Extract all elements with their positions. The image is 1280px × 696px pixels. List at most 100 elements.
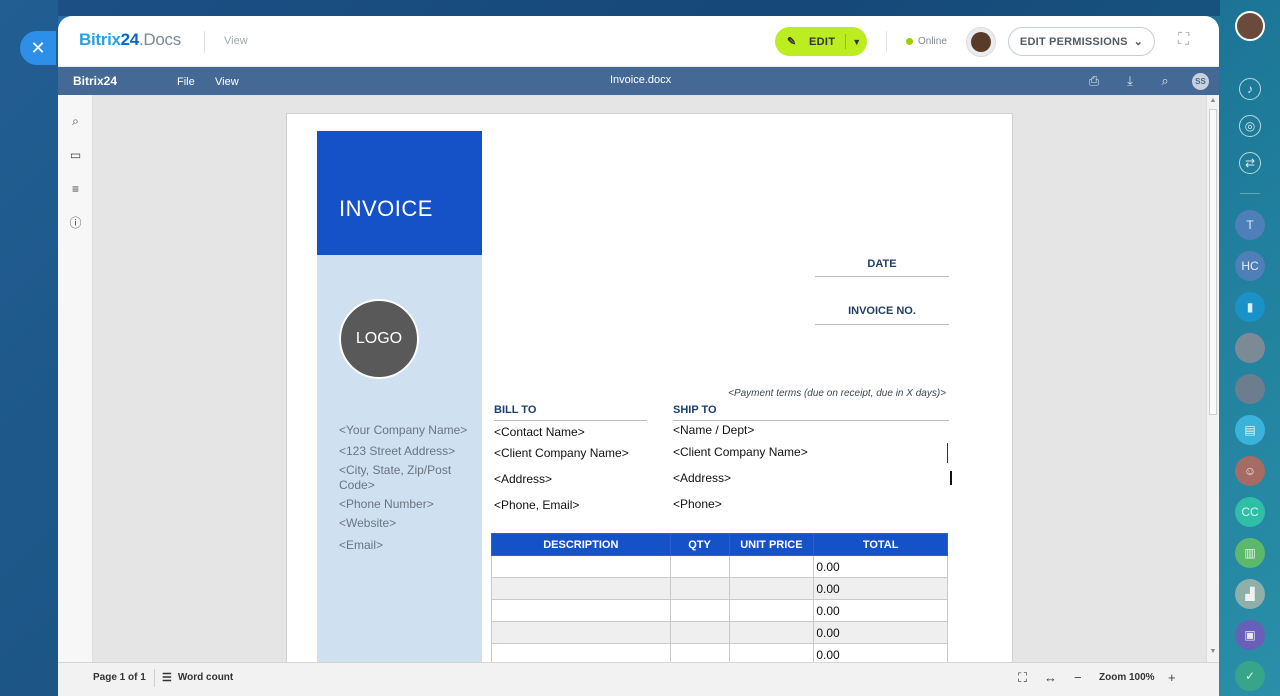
user-initials-badge[interactable]: SS bbox=[1192, 73, 1209, 90]
rail-initials: T bbox=[1246, 218, 1254, 232]
cell[interactable] bbox=[669, 555, 730, 578]
cell[interactable] bbox=[491, 555, 671, 578]
download-icon[interactable]: ⤓ bbox=[1122, 73, 1138, 89]
bell-icon[interactable]: ♪ bbox=[1239, 78, 1261, 100]
scroll-down-icon[interactable]: ▼ bbox=[1209, 648, 1217, 655]
table-row[interactable]: 0.00 bbox=[491, 555, 948, 578]
cell[interactable] bbox=[669, 577, 730, 600]
ship-to-rule bbox=[673, 420, 949, 421]
pulse-icon[interactable]: ◎ bbox=[1239, 115, 1261, 137]
cell[interactable] bbox=[669, 643, 730, 662]
rail-contact-cc[interactable]: CC bbox=[1235, 497, 1265, 527]
table-row[interactable]: 0.00 bbox=[491, 599, 948, 622]
caret-down-icon[interactable]: ▼ bbox=[852, 37, 861, 47]
rail-divider bbox=[1240, 193, 1260, 194]
document-page[interactable]: INVOICE LOGO <Your Company Name> <123 St… bbox=[286, 113, 1013, 662]
page-indicator: Page 1 of 1 bbox=[93, 672, 146, 683]
company-name: <Your Company Name> bbox=[339, 423, 468, 437]
headings-icon[interactable]: ≡ bbox=[68, 182, 83, 197]
menu-file[interactable]: File bbox=[177, 76, 195, 88]
bill-to-rule bbox=[494, 420, 647, 421]
close-icon: ✕ bbox=[30, 37, 46, 58]
vertical-scrollbar[interactable]: ▲ ▼ bbox=[1206, 95, 1219, 662]
total-cell[interactable]: 0.00 bbox=[813, 599, 948, 622]
document-icon[interactable]: ▥ bbox=[1235, 538, 1265, 568]
payment-terms: <Payment terms (due on receipt, due in X… bbox=[728, 388, 946, 399]
expand-icon[interactable]: ⛶ bbox=[1178, 32, 1194, 48]
scroll-thumb[interactable] bbox=[1209, 109, 1217, 415]
comment-icon[interactable]: ▭ bbox=[68, 148, 83, 163]
permissions-label: EDIT PERMISSIONS bbox=[1019, 35, 1128, 48]
text-cursor bbox=[950, 471, 952, 485]
rail-avatar-3[interactable] bbox=[1235, 374, 1265, 404]
document-canvas[interactable]: INVOICE LOGO <Your Company Name> <123 St… bbox=[93, 95, 1206, 662]
rail-contact-t[interactable]: T bbox=[1235, 210, 1265, 240]
cell[interactable] bbox=[669, 599, 730, 622]
invoice-no-label: INVOICE NO. bbox=[848, 305, 916, 317]
chat-bubble-icon[interactable]: ▤ bbox=[1235, 415, 1265, 445]
user-avatar[interactable] bbox=[1235, 11, 1265, 41]
total-cell[interactable]: 0.00 bbox=[813, 621, 948, 644]
cell[interactable] bbox=[491, 599, 671, 622]
bill-to-heading: BILL TO bbox=[494, 404, 537, 416]
table-row[interactable]: 0.00 bbox=[491, 577, 948, 600]
table-border-fragment bbox=[947, 443, 948, 463]
items-table[interactable]: DESCRIPTION QTY UNIT PRICE TOTAL 0.00 0.… bbox=[491, 533, 948, 662]
total-cell[interactable]: 0.00 bbox=[813, 577, 948, 600]
cell[interactable] bbox=[728, 577, 815, 600]
search-icon[interactable]: ⌕ bbox=[1157, 73, 1173, 89]
docs-window: Bitrix24.Docs View ✎ EDIT ▼ Online EDIT … bbox=[58, 16, 1219, 696]
print-icon[interactable]: ⎙ bbox=[1086, 73, 1102, 89]
date-rule bbox=[815, 276, 949, 277]
menu-view[interactable]: View bbox=[215, 76, 239, 88]
scroll-up-icon[interactable]: ▲ bbox=[1209, 97, 1217, 104]
bill-address: <Address> bbox=[494, 472, 553, 486]
cell[interactable] bbox=[728, 555, 815, 578]
company-city: <City, State, Zip/Post Code> bbox=[339, 463, 452, 492]
chart-icon[interactable]: ▟ bbox=[1235, 579, 1265, 609]
edit-button[interactable]: ✎ EDIT ▼ bbox=[775, 27, 867, 56]
document-title: Invoice.docx bbox=[610, 74, 672, 86]
lock-icon[interactable]: ▣ bbox=[1235, 620, 1265, 650]
fit-page-icon[interactable]: ⛶ bbox=[1018, 670, 1027, 686]
word-count-button[interactable]: ☰ Word count bbox=[162, 671, 233, 684]
chat-icon[interactable]: ⇄ bbox=[1239, 152, 1261, 174]
total-cell[interactable]: 0.00 bbox=[813, 555, 948, 578]
zoom-out-icon[interactable]: − bbox=[1074, 670, 1082, 685]
cell[interactable] bbox=[491, 643, 671, 662]
pencil-icon: ✎ bbox=[787, 36, 797, 48]
table-row[interactable]: 0.00 bbox=[491, 621, 948, 644]
rail-avatar-2[interactable] bbox=[1235, 333, 1265, 363]
background-top bbox=[58, 0, 1220, 16]
zoom-in-icon[interactable]: + bbox=[1168, 670, 1176, 685]
user-avatar[interactable] bbox=[966, 27, 996, 57]
cell[interactable] bbox=[491, 621, 671, 644]
cell[interactable] bbox=[728, 599, 815, 622]
cell[interactable] bbox=[728, 621, 815, 644]
divider bbox=[886, 31, 887, 53]
divider bbox=[204, 31, 205, 53]
close-button[interactable]: ✕ bbox=[20, 31, 56, 65]
check-icon[interactable]: ✓ bbox=[1235, 661, 1265, 691]
col-total: TOTAL bbox=[813, 533, 948, 556]
bookmark-icon[interactable]: ▮ bbox=[1235, 292, 1265, 322]
company-address: <123 Street Address> bbox=[339, 444, 456, 458]
cell[interactable] bbox=[728, 643, 815, 662]
online-label: Online bbox=[918, 36, 947, 47]
cell[interactable] bbox=[669, 621, 730, 644]
edit-permissions-button[interactable]: EDIT PERMISSIONS ⌄ bbox=[1008, 27, 1155, 56]
word-count-label: Word count bbox=[177, 672, 234, 683]
ship-phone: <Phone> bbox=[673, 497, 722, 511]
edit-label: EDIT bbox=[809, 35, 836, 48]
rail-contact-hc[interactable]: HC bbox=[1235, 251, 1265, 281]
ship-address: <Address> bbox=[673, 471, 732, 485]
total-cell[interactable]: 0.00 bbox=[813, 643, 948, 662]
table-row[interactable]: 0.00 bbox=[491, 643, 948, 662]
search-icon[interactable]: ⌕ bbox=[68, 114, 83, 129]
zoom-level: Zoom 100% bbox=[1099, 672, 1155, 683]
fit-width-icon[interactable]: ↔ bbox=[1044, 670, 1057, 685]
group-icon[interactable]: ☺ bbox=[1235, 456, 1265, 486]
bill-company: <Client Company Name> bbox=[494, 446, 629, 460]
info-icon[interactable]: ⓘ bbox=[68, 216, 83, 231]
cell[interactable] bbox=[491, 577, 671, 600]
